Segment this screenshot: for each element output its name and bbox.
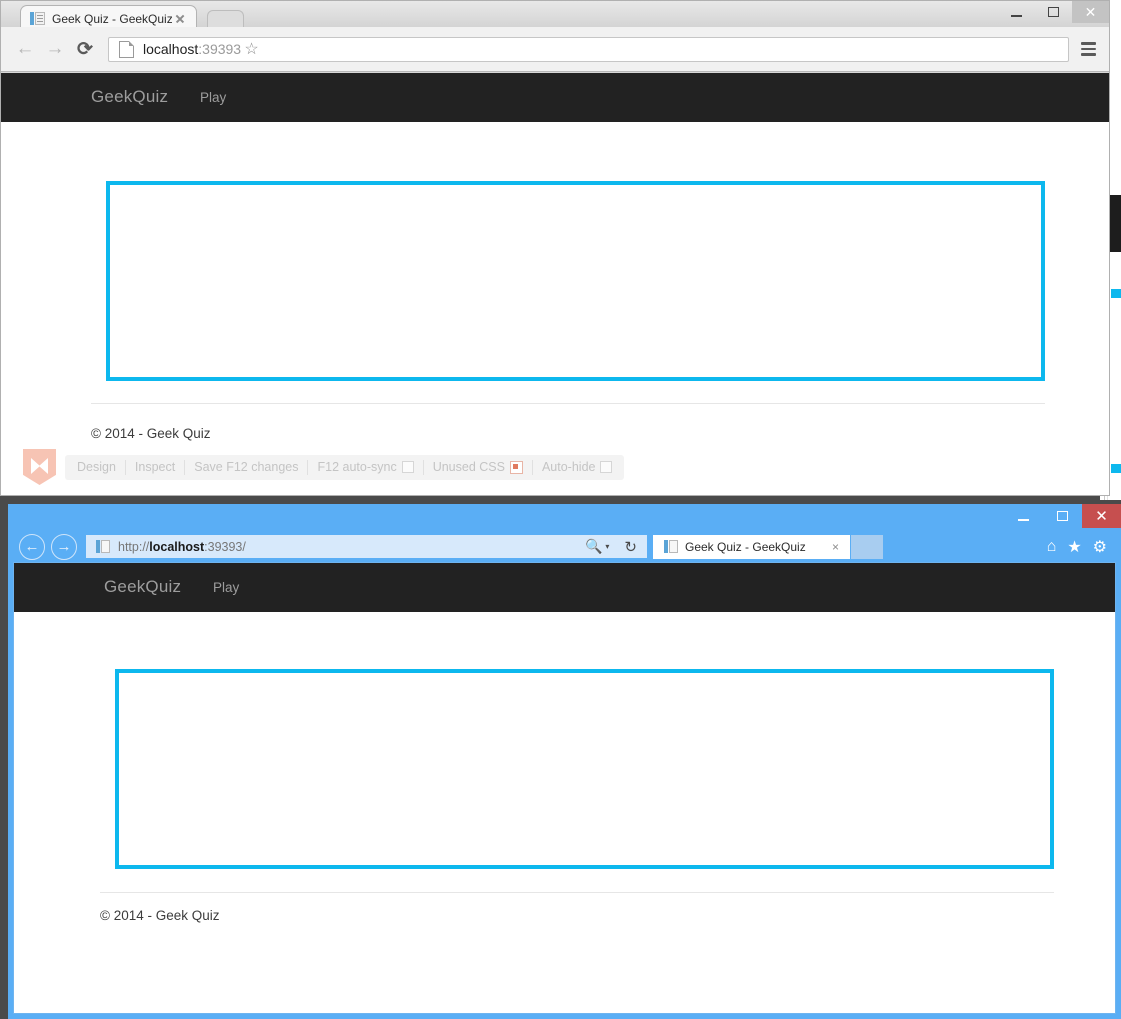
ie-navigation-bar: ← → http://localhost:39393/ 🔍 ▾ ↻ Geek Qu… (8, 531, 1121, 562)
chrome-page-viewport: GeekQuiz Play © 2014 - Geek Quiz Design … (1, 73, 1109, 495)
navbar-brand[interactable]: GeekQuiz (104, 577, 181, 597)
forward-button[interactable]: → (51, 533, 77, 560)
address-bar[interactable]: localhost:39393 ☆ (108, 36, 1069, 62)
ie-title-bar: ✕ (8, 504, 1121, 531)
ie-address-url: http://localhost:39393/ (118, 540, 246, 554)
site-navbar: GeekQuiz Play (1, 73, 1109, 122)
browser-link-actions: Design Inspect Save F12 changes F12 auto… (65, 454, 625, 480)
settings-gear-icon[interactable]: ⚙ (1093, 537, 1107, 557)
arrow-right-icon: → (45, 38, 65, 59)
hamburger-menu-icon[interactable] (1075, 36, 1101, 62)
browser-link-design[interactable]: Design (68, 460, 125, 474)
back-button[interactable]: ← (10, 34, 40, 64)
arrow-left-icon: ← (24, 538, 40, 555)
minimize-button[interactable] (998, 1, 1035, 23)
reload-button[interactable]: ⟳ (70, 34, 100, 64)
ie-tab-title: Geek Quiz - GeekQuiz (685, 539, 806, 554)
peek-cyan-fragment-bottom (1111, 464, 1121, 473)
close-icon: ✕ (1084, 3, 1097, 20)
checkbox-icon[interactable] (401, 461, 414, 473)
navbar-brand[interactable]: GeekQuiz (91, 87, 168, 107)
address-bar-host: localhost (143, 41, 199, 57)
ie-url-host: localhost (149, 539, 205, 554)
ie-address-bar[interactable]: http://localhost:39393/ 🔍 ▾ ↻ (86, 535, 647, 558)
peek-cyan-fragment-top (1111, 289, 1121, 298)
quiz-content-box (106, 181, 1045, 381)
ie-command-bar: ⌂ ★ ⚙ (1047, 537, 1107, 557)
document-icon (664, 539, 678, 554)
navbar-inner: GeekQuiz Play (1, 73, 1109, 122)
footer-divider (100, 892, 1054, 893)
nav-link-play[interactable]: Play (200, 90, 226, 105)
chrome-toolbar: ← → ⟳ localhost:39393 ☆ (1, 27, 1109, 72)
close-icon: ✕ (1095, 508, 1108, 525)
navbar-inner: GeekQuiz Play (14, 563, 1115, 612)
browser-link-inspect[interactable]: Inspect (126, 460, 184, 474)
radio-icon[interactable] (509, 460, 523, 474)
peek-navbar-fragment (1109, 195, 1121, 252)
home-icon[interactable]: ⌂ (1047, 538, 1057, 556)
address-bar-url: localhost:39393 (143, 41, 241, 57)
new-tab-button[interactable] (851, 534, 883, 559)
document-icon (30, 11, 45, 26)
visual-studio-logo-icon[interactable] (23, 449, 56, 485)
quiz-content-box (115, 669, 1054, 869)
address-bar-port: :39393 (198, 41, 242, 57)
browser-link-unusedcss-label: Unused CSS (432, 460, 505, 474)
nav-link-play[interactable]: Play (213, 580, 239, 595)
reload-icon: ⟳ (77, 38, 93, 60)
favorites-star-icon[interactable]: ★ (1067, 537, 1081, 557)
close-icon[interactable]: × (828, 540, 843, 554)
page-icon (119, 40, 134, 58)
maximize-button[interactable] (1043, 504, 1082, 528)
footer-divider (91, 403, 1045, 404)
footer-copyright: © 2014 - Geek Quiz (91, 426, 211, 441)
ie-tab[interactable]: Geek Quiz - GeekQuiz × (653, 534, 850, 559)
internet-explorer-window: ✕ ← → http://localhost:39393/ 🔍 ▾ ↻ Geek … (8, 504, 1121, 1019)
ie-url-scheme: http:// (118, 539, 150, 554)
back-button[interactable]: ← (19, 533, 45, 560)
bookmark-star-icon[interactable]: ☆ (241, 39, 262, 60)
document-icon (96, 539, 110, 554)
ie-url-tail: :39393/ (204, 539, 246, 554)
browser-link-unused-css[interactable]: Unused CSS (424, 460, 532, 474)
chrome-browser-window: Geek Quiz - GeekQuiz ✕ ← → ⟳ localhost:3… (0, 0, 1110, 496)
arrow-left-icon: ← (15, 38, 35, 59)
arrow-right-icon: → (56, 538, 72, 555)
chrome-tab-title: Geek Quiz - GeekQuiz (52, 11, 172, 26)
search-icon[interactable]: 🔍 ▾ (585, 538, 609, 555)
footer-copyright: © 2014 - Geek Quiz (100, 908, 220, 923)
checkbox-icon[interactable] (600, 461, 613, 473)
site-navbar: GeekQuiz Play (14, 563, 1115, 612)
browser-link-toolbar: Design Inspect Save F12 changes F12 auto… (23, 449, 625, 485)
browser-link-autohide-label: Auto-hide (541, 460, 596, 474)
chrome-window-controls: ✕ (998, 1, 1109, 27)
browser-link-f12-auto-sync[interactable]: F12 auto-sync (308, 460, 422, 474)
ie-window-controls: ✕ (1004, 504, 1121, 531)
chevron-down-icon: ▾ (605, 542, 610, 551)
chrome-title-bar: Geek Quiz - GeekQuiz ✕ (1, 1, 1109, 31)
minimize-button[interactable] (1004, 504, 1043, 528)
browser-link-auto-hide[interactable]: Auto-hide (533, 460, 622, 474)
browser-link-inspect-label: Inspect (134, 460, 176, 474)
browser-link-save-label: Save F12 changes (194, 460, 299, 474)
chrome-tab-strip: Geek Quiz - GeekQuiz (1, 1, 1109, 31)
forward-button[interactable]: → (40, 34, 70, 64)
close-button[interactable]: ✕ (1082, 504, 1121, 528)
browser-link-autosync-label: F12 auto-sync (317, 460, 397, 474)
refresh-icon[interactable]: ↻ (624, 538, 637, 556)
ie-page-viewport: GeekQuiz Play © 2014 - Geek Quiz (13, 562, 1116, 1014)
browser-link-design-label: Design (77, 460, 116, 474)
close-button[interactable]: ✕ (1072, 1, 1109, 23)
close-icon[interactable] (172, 11, 188, 27)
browser-link-save-f12-changes[interactable]: Save F12 changes (185, 460, 307, 474)
maximize-button[interactable] (1035, 1, 1072, 23)
